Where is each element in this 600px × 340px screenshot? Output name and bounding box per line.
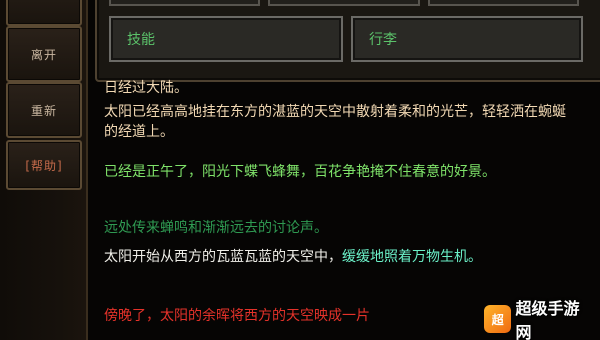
action-slot-skills-label: 技能 bbox=[127, 32, 155, 48]
side-menu-button-restart-label: 重新 bbox=[30, 103, 57, 118]
action-slot-inventory-label: 行李 bbox=[369, 32, 397, 48]
side-menu-button-help-label: [帮助] bbox=[25, 158, 63, 173]
action-panel: 技能 行李 bbox=[95, 0, 600, 82]
story-log: 日经过大陆。 太阳已经高高地挂在东方的湛蓝的天空中散射着柔和的光芒，轻轻洒在蜿蜒… bbox=[94, 80, 584, 340]
action-slot-top-mid[interactable] bbox=[268, 0, 420, 6]
story-header: 日经过大陆。 bbox=[104, 80, 188, 96]
side-menu-button-leave[interactable]: 离开 bbox=[6, 26, 82, 82]
side-menu-button-leave-label: 离开 bbox=[30, 47, 57, 62]
action-slot-top-left[interactable] bbox=[109, 0, 261, 6]
action-slot-inventory[interactable]: 行李 bbox=[351, 16, 583, 62]
story-paragraph-part-a: 太阳开始从西方的瓦蓝瓦蓝的天空中， bbox=[104, 249, 342, 265]
watermark: 超 超级手游网 bbox=[484, 301, 594, 340]
side-menu-button-restart[interactable]: 重新 bbox=[6, 82, 82, 138]
game-screen: 离开 重新 [帮助] 技能 行李 日经过大陆。 太阳已经高高地挂在东方的湛蓝的天… bbox=[0, 0, 600, 340]
action-slot-top-right[interactable] bbox=[427, 0, 579, 6]
story-paragraph: 远处传来蝉鸣和渐渐远去的讨论声。 bbox=[104, 220, 328, 236]
watermark-logo-icon: 超 bbox=[484, 305, 512, 333]
story-paragraph-part-b: 缓缓地照着万物生机。 bbox=[342, 249, 482, 265]
side-menu: 离开 重新 [帮助] bbox=[0, 0, 88, 340]
story-paragraph: 太阳开始从西方的瓦蓝瓦蓝的天空中，缓缓地照着万物生机。 bbox=[104, 247, 574, 267]
story-paragraph: 已经是正午了，阳光下蝶飞蜂舞，百花争艳掩不住春意的好景。 bbox=[104, 164, 496, 180]
side-menu-button-help[interactable]: [帮助] bbox=[6, 140, 82, 190]
action-slot-row-top bbox=[109, 0, 579, 6]
side-menu-button-top[interactable] bbox=[6, 0, 82, 26]
watermark-text: 超级手游网 bbox=[515, 301, 580, 340]
action-slot-skills[interactable]: 技能 bbox=[109, 16, 343, 62]
story-paragraph: 太阳已经高高地挂在东方的湛蓝的天空中散射着柔和的光芒，轻轻洒在蜿蜒的经道上。 bbox=[104, 104, 566, 140]
